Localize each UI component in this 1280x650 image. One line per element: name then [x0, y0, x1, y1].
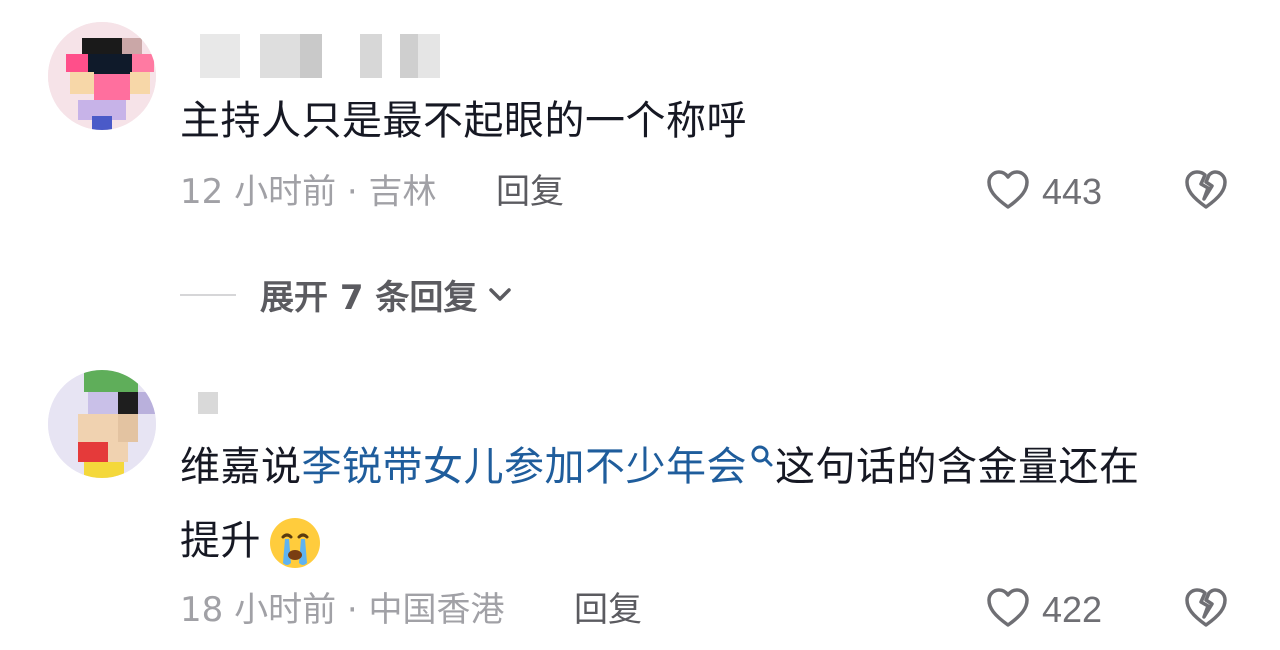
expand-replies-button[interactable]: 展开 7 条回复: [180, 270, 515, 319]
comment-text-part: 维嘉说: [180, 444, 302, 490]
crying-face-icon: [267, 515, 323, 571]
dislike-button[interactable]: [1182, 166, 1230, 218]
like-button[interactable]: 443: [984, 166, 1102, 218]
divider: [180, 293, 236, 296]
dislike-button[interactable]: [1182, 584, 1230, 636]
comment-text-line2: 提升: [180, 508, 323, 574]
heart-icon: [984, 584, 1032, 636]
comment-text: 主持人只是最不起眼的一个称呼: [180, 98, 747, 144]
comment-text: 维嘉说李锐带女儿参加不少年会 这句话的含金量还在: [180, 434, 1140, 500]
comment-meta: 12 小时前 · 吉林: [180, 172, 437, 212]
like-count: 443: [1042, 171, 1103, 212]
like-button[interactable]: 422: [984, 584, 1102, 636]
username[interactable]: [198, 392, 218, 414]
comment-text-part: 这句话的含金量还在: [775, 444, 1140, 490]
avatar[interactable]: [48, 370, 156, 478]
broken-heart-icon: [1182, 588, 1230, 636]
reply-button[interactable]: 回复: [574, 586, 642, 634]
search-link[interactable]: 李锐带女儿参加不少年会: [302, 444, 748, 490]
expand-replies-label: 展开 7 条回复: [260, 278, 478, 318]
comment-meta: 18 小时前 · 中国香港: [180, 590, 505, 630]
comment-text-part: 提升: [180, 518, 261, 564]
username[interactable]: [200, 34, 440, 78]
heart-icon: [984, 166, 1032, 218]
search-icon[interactable]: [747, 436, 775, 476]
avatar[interactable]: [48, 22, 156, 130]
reply-button[interactable]: 回复: [496, 168, 564, 216]
chevron-down-icon: [485, 280, 515, 310]
broken-heart-icon: [1182, 170, 1230, 218]
like-count: 422: [1042, 589, 1103, 630]
